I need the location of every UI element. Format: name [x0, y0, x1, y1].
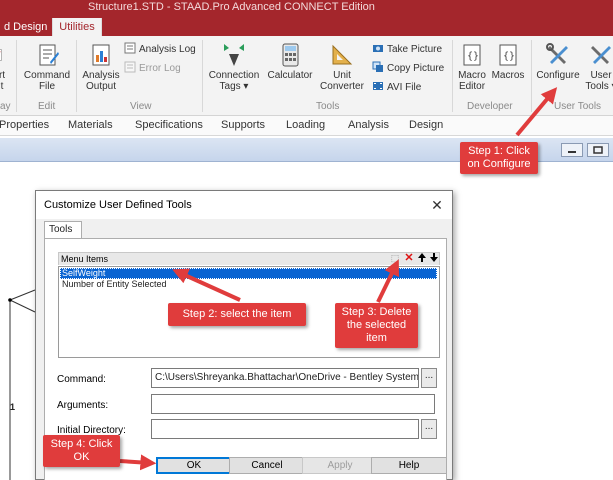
- page-control-bar: Properties Materials Specifications Supp…: [0, 116, 613, 136]
- node-label: 1: [10, 402, 16, 412]
- list-item-selfweight[interactable]: SelfWeight: [60, 268, 437, 279]
- connection-tags-icon: [224, 44, 244, 66]
- page-tab-specifications[interactable]: Specifications: [135, 119, 203, 131]
- ribbon-tab-utilities[interactable]: Utilities: [52, 18, 102, 36]
- camera-icon: [373, 45, 383, 52]
- analysis-log-button[interactable]: Analysis Log: [124, 42, 196, 58]
- film-icon: [373, 82, 383, 90]
- analysis-output-button[interactable]: Analysis Output: [80, 42, 122, 92]
- arguments-field[interactable]: [151, 394, 435, 414]
- analysis-log-icon: [124, 42, 136, 54]
- copy-picture-button[interactable]: Copy Picture: [372, 61, 444, 77]
- report-icon: [0, 49, 2, 61]
- restore-button[interactable]: [587, 143, 609, 157]
- command-field[interactable]: C:\Users\Shreyanka.Bhattachar\OneDrive -…: [151, 368, 419, 388]
- dialog-title: Customize User Defined Tools: [44, 199, 192, 211]
- page-tab-properties[interactable]: Properties: [0, 119, 49, 131]
- avi-file-button[interactable]: AVI File: [372, 80, 421, 96]
- group-label-edit: Edit: [38, 101, 56, 112]
- unit-converter-icon: [332, 44, 353, 65]
- group-label-view: View: [130, 101, 152, 112]
- macro-editor-icon: {}: [463, 44, 481, 66]
- ribbon-tab-strip: d Design Utilities: [0, 18, 613, 36]
- group-separator: [202, 40, 203, 112]
- command-label: Command:: [57, 374, 106, 385]
- ribbon-tab-design[interactable]: d Design: [0, 18, 51, 36]
- page-tab-supports[interactable]: Supports: [221, 119, 265, 131]
- group-separator: [452, 40, 453, 112]
- new-item-icon[interactable]: ⬚: [389, 252, 401, 265]
- copy-picture-icon: [372, 61, 383, 72]
- svg-text:{}: {}: [503, 51, 515, 62]
- apply-button[interactable]: Apply: [302, 457, 378, 474]
- callout-step-1: Step 1: Click on Configure: [460, 142, 538, 174]
- page-tab-loading[interactable]: Loading: [286, 119, 325, 131]
- page-tab-analysis[interactable]: Analysis: [348, 119, 389, 131]
- report-button[interactable]: rt t: [0, 42, 12, 92]
- command-file-icon: [39, 44, 59, 66]
- group-separator: [531, 40, 532, 112]
- window-title-bar: Structure1.STD - STAAD.Pro Advanced CONN…: [0, 0, 613, 18]
- structure-drawing: [8, 289, 36, 480]
- user-tools-icon: [591, 46, 611, 64]
- user-tools-button[interactable]: User Tools ▾: [584, 42, 613, 92]
- move-up-icon[interactable]: [416, 252, 428, 265]
- svg-text:{}: {}: [467, 51, 479, 62]
- close-icon[interactable]: ✕: [428, 196, 446, 214]
- group-label-user-tools: User Tools: [554, 101, 602, 112]
- take-picture-button[interactable]: Take Picture: [372, 42, 442, 58]
- minimize-button[interactable]: [561, 143, 583, 157]
- analysis-output-icon: [92, 44, 110, 66]
- error-log-button[interactable]: Error Log: [124, 61, 181, 77]
- macros-button[interactable]: {} Macros: [491, 42, 525, 81]
- ribbon: rt t Command File Analysis Output Analys…: [0, 36, 613, 116]
- menu-items-label: Menu Items: [61, 254, 109, 264]
- restore-icon: [593, 146, 603, 154]
- page-tab-design[interactable]: Design: [409, 119, 443, 131]
- calculator-button[interactable]: Calculator: [265, 42, 315, 81]
- help-button[interactable]: Help: [371, 457, 447, 474]
- group-separator: [76, 40, 77, 112]
- window-title: Structure1.STD - STAAD.Pro Advanced CONN…: [88, 1, 375, 13]
- group-label-tools: Tools: [316, 101, 340, 112]
- tab-tools[interactable]: Tools: [44, 221, 82, 239]
- move-down-icon[interactable]: [428, 252, 440, 265]
- error-log-icon: [124, 61, 136, 73]
- initial-directory-browse-button[interactable]: ...: [421, 419, 437, 439]
- cancel-button[interactable]: Cancel: [229, 457, 305, 474]
- delete-icon[interactable]: ✕: [403, 252, 415, 265]
- page-tab-materials[interactable]: Materials: [68, 119, 113, 131]
- macro-editor-button[interactable]: {} Macro Editor: [455, 42, 489, 92]
- calculator-icon: [282, 43, 299, 67]
- callout-step-2: Step 2: select the item: [168, 303, 306, 326]
- callout-step-3: Step 3: Delete the selected item: [335, 303, 418, 348]
- unit-converter-button[interactable]: Unit Converter: [318, 42, 366, 92]
- list-item-number-of-entity-selected[interactable]: Number of Entity Selected: [60, 279, 167, 290]
- group-label-display: ay: [0, 101, 11, 112]
- macros-icon: {}: [499, 44, 517, 66]
- menu-items-header: Menu Items ⬚ ✕: [58, 252, 440, 265]
- group-separator: [16, 40, 17, 112]
- arguments-label: Arguments:: [57, 400, 109, 411]
- ok-button[interactable]: OK: [156, 457, 232, 474]
- callout-step-4: Step 4: Click OK: [43, 435, 120, 467]
- initial-directory-field[interactable]: [151, 419, 419, 439]
- dialog-title-bar: Customize User Defined Tools ✕: [36, 191, 452, 219]
- configure-button[interactable]: Configure: [533, 42, 583, 81]
- minimize-icon: [568, 151, 576, 153]
- command-file-button[interactable]: Command File: [22, 42, 72, 92]
- command-browse-button[interactable]: ...: [421, 368, 437, 388]
- group-label-developer: Developer: [467, 101, 513, 112]
- connection-tags-button[interactable]: Connection Tags ▾: [206, 42, 262, 92]
- wrench-screwdriver-icon: [546, 43, 568, 64]
